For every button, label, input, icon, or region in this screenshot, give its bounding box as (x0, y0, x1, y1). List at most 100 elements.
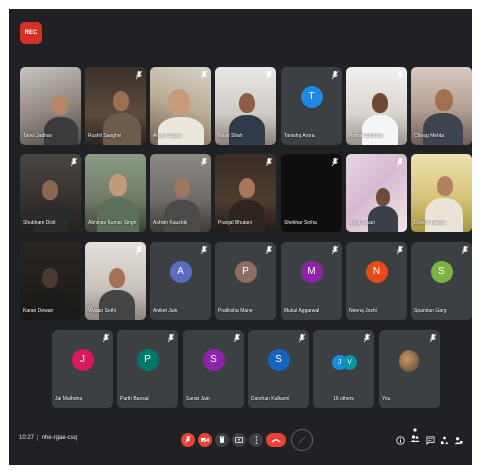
participant-tile[interactable]: J Jai Malhotra (52, 330, 113, 408)
avatar: P (234, 260, 257, 283)
participant-name: Anya Tiwari (349, 220, 375, 226)
mic-off-icon (397, 246, 403, 255)
participant-tile[interactable]: Chirag Mehta (411, 67, 472, 145)
participant-name: Shubham Dixit (23, 220, 56, 226)
participant-name: Parth Bansal (120, 396, 149, 402)
others-count: 16 others (333, 396, 354, 402)
camera-toggle-button[interactable] (198, 433, 212, 447)
participant-name: Chirag Mehta (414, 133, 445, 139)
more-options-button[interactable] (249, 433, 263, 447)
chat-button[interactable] (425, 435, 435, 445)
mic-off-icon (201, 246, 207, 255)
participant-name: Pranjal Bhutani (218, 220, 252, 226)
mic-off-icon (234, 334, 240, 343)
avatar: T (300, 85, 323, 108)
avatar: S (202, 348, 225, 371)
participant-tile[interactable]: S Sanat Jain (183, 330, 244, 408)
participant-tile[interactable]: Shubham Dixit (20, 154, 81, 232)
participant-name: Dinesh Rawat (414, 220, 446, 226)
meeting-details-button[interactable] (395, 435, 405, 445)
mic-off-icon (266, 71, 272, 80)
mic-off-icon (136, 246, 142, 255)
lock-person-icon (453, 436, 463, 444)
participant-name: Vivaan Sethi (88, 308, 116, 314)
avatar: J (71, 348, 94, 371)
mic-off-icon (71, 158, 77, 167)
others-tile[interactable]: J V 16 others (313, 330, 374, 408)
people-icon (410, 428, 420, 442)
participant-tile[interactable]: P Pratiksha Mane (215, 242, 276, 320)
mic-off-icon (266, 158, 272, 167)
participant-tile[interactable]: Vivaan Sethi (85, 242, 146, 320)
participant-tile[interactable]: Pranjal Bhutani (215, 154, 276, 232)
participant-name: Abhinav Kumar Singh (88, 220, 137, 226)
mic-off-icon (266, 246, 272, 255)
self-tile[interactable]: You (379, 330, 440, 408)
participant-tile[interactable]: M Mukul Aggarwal (281, 242, 342, 320)
participant-tile[interactable]: Rohan Sharma (346, 67, 407, 145)
activities-button[interactable] (439, 435, 449, 445)
avatar: V (342, 354, 357, 370)
participant-name: Aniket Jain (153, 308, 178, 314)
present-icon (235, 436, 243, 443)
participant-tile[interactable]: Aryan Gupta (150, 67, 211, 145)
participant-name: Rohan Sharma (349, 133, 383, 139)
participant-name: Mukul Aggarwal (284, 308, 320, 314)
present-button[interactable] (232, 433, 246, 447)
participant-name: Shekhar Sinha (284, 220, 317, 226)
participant-tile[interactable]: Abhinav Kumar Singh (85, 154, 146, 232)
meeting-info: 10:27 | nhe-rgae-csq (19, 435, 77, 441)
avatar: M (300, 260, 323, 283)
mic-toggle-button[interactable] (181, 433, 195, 447)
participant-tile[interactable]: Shekhar Sinha (281, 154, 342, 232)
participant-name: Karan Dewan (23, 308, 54, 314)
participant-tile[interactable]: S Darshan Kulkarni (248, 330, 309, 408)
participant-tile[interactable]: Karan Dewan (20, 242, 81, 320)
leave-call-button[interactable] (266, 433, 286, 447)
participant-name: Tanishq Arora (284, 133, 315, 139)
participant-name: Neeraj Joshi (349, 308, 377, 314)
more-vert-icon (255, 436, 257, 444)
participant-name: Nirav Shah (218, 133, 243, 139)
participant-name: Darshan Kulkarni (251, 396, 290, 402)
participant-tile[interactable]: P Parth Bansal (117, 330, 178, 408)
participant-name: Rushil Sanghvi (88, 133, 122, 139)
recording-badge: REC (20, 22, 42, 44)
participant-tile[interactable]: T Tanishq Arora (281, 67, 342, 145)
chat-icon (425, 435, 435, 445)
mic-off-icon (397, 158, 403, 167)
mic-off-icon (185, 436, 191, 444)
participant-name: Spandan Garg (414, 308, 447, 314)
participant-tile[interactable]: A Aniket Jain (150, 242, 211, 320)
host-controls-button[interactable] (453, 435, 463, 445)
avatar (399, 350, 419, 372)
end-call-icon (271, 438, 281, 442)
meet-window: REC Tanvi Jadhav Rushil Sanghvi Aryan Gu… (9, 9, 472, 465)
meeting-code: nhe-rgae-csq (41, 435, 77, 441)
people-button[interactable] (410, 427, 420, 445)
mic-off-icon (332, 158, 338, 167)
camera-off-icon (201, 437, 209, 443)
avatar: P (136, 348, 159, 371)
participant-tile[interactable]: Dinesh Rawat (411, 154, 472, 232)
mic-off-icon (201, 71, 207, 80)
mic-off-icon (332, 246, 338, 255)
participant-tile[interactable]: N Neeraj Joshi (346, 242, 407, 320)
participant-tile[interactable]: Rushil Sanghvi (85, 67, 146, 145)
participant-tile[interactable]: Nirav Shah (215, 67, 276, 145)
raise-hand-button[interactable] (215, 433, 229, 447)
mic-off-icon (430, 334, 436, 343)
mic-off-icon (103, 334, 109, 343)
hand-icon (220, 436, 224, 443)
participant-tile[interactable]: Ashish Kaushik (150, 154, 211, 232)
participant-tile[interactable]: Tanvi Jadhav (20, 67, 81, 145)
clock: 10:27 (19, 435, 35, 441)
participant-name: Jai Malhotra (55, 396, 83, 402)
participant-tile[interactable]: Anya Tiwari (346, 154, 407, 232)
loading-spinner (291, 429, 313, 451)
mic-off-icon (168, 334, 174, 343)
participant-tile[interactable]: S Spandan Garg (411, 242, 472, 320)
participant-name: Tanvi Jadhav (23, 133, 53, 139)
avatar: N (365, 260, 388, 283)
mic-off-icon (397, 71, 403, 80)
